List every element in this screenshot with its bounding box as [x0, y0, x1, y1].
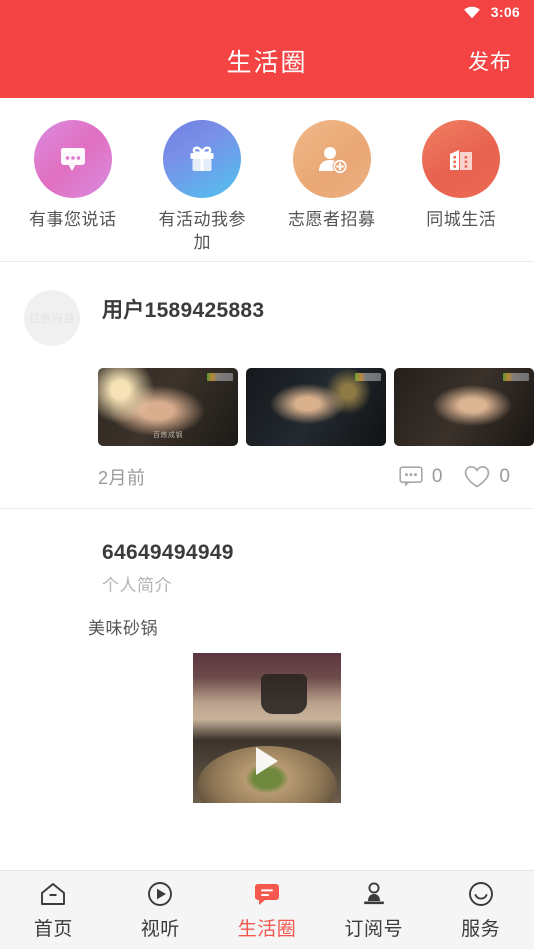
play-icon[interactable]: [256, 746, 278, 775]
shortcut-item-talk[interactable]: 有事您说话: [8, 120, 138, 255]
publish-button[interactable]: 发布: [468, 46, 512, 76]
person-add-icon: [292, 120, 371, 198]
nav-item-home[interactable]: 首页: [0, 879, 107, 941]
video-content-pot: [261, 673, 308, 714]
nav-item-subscription[interactable]: 订阅号: [320, 879, 427, 941]
wifi-icon: [463, 6, 480, 18]
page-title: 生活圈: [226, 49, 308, 77]
status-time: 3:06: [490, 4, 520, 20]
nav-label: 首页: [33, 919, 73, 940]
like-button[interactable]: 0: [464, 465, 510, 489]
post-timestamp: 2月前: [98, 467, 146, 488]
gift-icon: [163, 120, 242, 198]
watermark-icon: [503, 372, 529, 381]
chat-bubble-icon: [252, 879, 282, 909]
post-item: 64649494949 个人简介 美味砂锅: [0, 508, 534, 803]
avatar[interactable]: 红色兴县: [24, 289, 80, 346]
watermark-icon: [207, 372, 233, 381]
post-header: 64649494949 个人简介: [0, 525, 534, 596]
shortcut-label: 有事您说话: [29, 210, 117, 229]
shortcut-label: 有活动我参加: [158, 210, 246, 252]
smiley-icon: [466, 879, 496, 909]
post-user-block: 64649494949 个人简介: [102, 537, 234, 596]
thumbnail-caption: 百炼成钢: [153, 431, 183, 439]
video-wrapper: [0, 639, 534, 803]
post-actions: 0 0: [399, 465, 510, 489]
post-username[interactable]: 64649494949: [102, 541, 234, 565]
comment-count: 0: [431, 465, 443, 487]
avatar-watermark: 红色兴县: [29, 312, 75, 325]
home-icon: [38, 879, 68, 909]
nav-item-video[interactable]: 视听: [107, 879, 214, 941]
comment-icon: [399, 466, 423, 487]
shortcut-item-volunteer[interactable]: 志愿者招募: [267, 120, 397, 255]
post-item: 红色兴县 用户1589425883 百炼成钢 2月前 0 0: [0, 261, 534, 508]
post-username[interactable]: 用户1589425883: [102, 294, 264, 324]
post-header: 红色兴县 用户1589425883: [0, 278, 534, 346]
post-thumbnail[interactable]: [394, 367, 534, 446]
like-count: 0: [499, 465, 510, 487]
bottom-navigation: 首页 视听 生活圈 订阅号 服务: [0, 870, 534, 949]
shortcut-label: 同城生活: [426, 210, 497, 229]
post-meta-row: 2月前 0 0: [0, 446, 534, 508]
shortcut-item-activity[interactable]: 有活动我参加: [138, 120, 268, 255]
app-bar: 生活圈 发布: [0, 24, 534, 98]
nav-label: 订阅号: [344, 919, 404, 940]
post-text: 美味砂锅: [88, 618, 158, 638]
nav-item-service[interactable]: 服务: [427, 879, 534, 941]
nav-label: 视听: [140, 919, 180, 940]
nav-item-life-circle[interactable]: 生活圈: [214, 879, 321, 941]
speech-bubble-icon: [33, 120, 112, 198]
nav-label: 服务: [461, 919, 501, 940]
post-video[interactable]: [193, 652, 341, 803]
status-bar: 3:06: [0, 0, 534, 24]
post-thumbnail[interactable]: 百炼成钢: [98, 367, 238, 446]
post-user-block: 用户1589425883: [102, 290, 264, 324]
play-circle-icon: [145, 879, 175, 909]
shortcut-grid: 有事您说话 有活动我参加 志愿者招募 同城生活: [0, 98, 534, 261]
nav-label: 生活圈: [237, 919, 297, 940]
thumbnail-row: 百炼成钢: [0, 346, 534, 446]
watermark-icon: [355, 372, 381, 381]
shortcut-label: 志愿者招募: [288, 210, 376, 229]
building-icon: [422, 120, 501, 198]
comment-button[interactable]: 0: [399, 465, 443, 488]
shortcut-item-city-life[interactable]: 同城生活: [397, 120, 527, 255]
post-subtitle: 个人简介: [102, 575, 172, 595]
post-thumbnail[interactable]: [246, 367, 386, 446]
heart-icon: [465, 465, 490, 488]
stamp-icon: [359, 879, 389, 909]
